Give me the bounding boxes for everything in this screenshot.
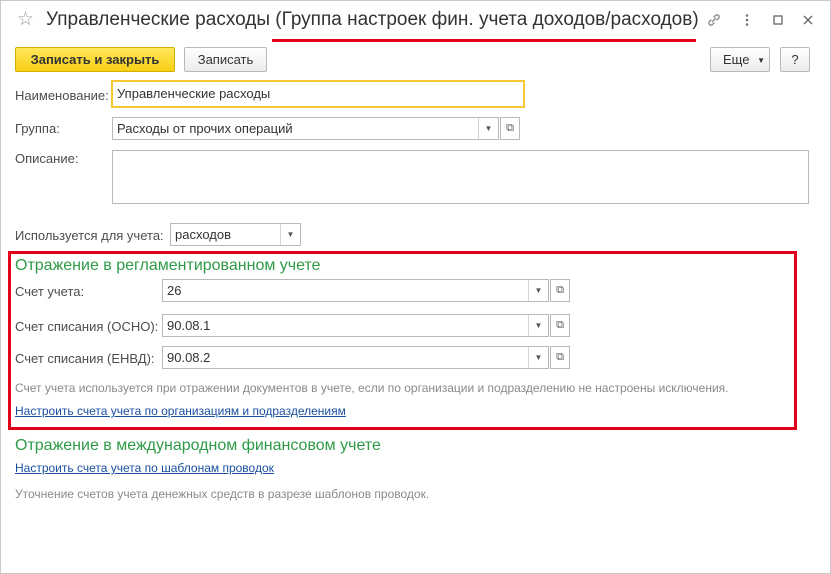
group-label: Группа: xyxy=(15,121,60,136)
writeoff-osno-value: 90.08.1 xyxy=(167,318,211,333)
help-button[interactable]: ? xyxy=(780,47,810,72)
writeoff-envd-open-button[interactable]: ⧉ xyxy=(550,346,570,369)
group-field[interactable]: Расходы от прочих операций ▼ xyxy=(112,117,499,140)
title-highlight-underline xyxy=(272,39,696,42)
open-form-icon: ⧉ xyxy=(556,284,564,296)
regulated-note: Счет учета используется при отражении до… xyxy=(15,381,729,395)
description-field[interactable] xyxy=(112,150,809,204)
used-for-label: Используется для учета: xyxy=(15,228,164,243)
configure-accounts-by-template-link[interactable]: Настроить счета учета по шаблонам провод… xyxy=(15,461,274,475)
chevron-down-icon[interactable]: ▼ xyxy=(280,224,300,245)
international-note: Уточнение счетов учета денежных средств … xyxy=(15,487,430,501)
open-form-icon: ⧉ xyxy=(556,319,564,331)
writeoff-osno-open-button[interactable]: ⧉ xyxy=(550,314,570,337)
used-for-field[interactable]: расходов ▼ xyxy=(170,223,301,246)
used-for-value: расходов xyxy=(175,227,231,242)
writeoff-envd-field[interactable]: 90.08.2 ▼ xyxy=(162,346,549,369)
chevron-down-icon[interactable]: ▼ xyxy=(528,315,548,336)
save-button[interactable]: Записать xyxy=(184,47,267,72)
save-and-close-button[interactable]: Записать и закрыть xyxy=(15,47,175,72)
open-form-icon: ⧉ xyxy=(506,122,514,134)
writeoff-osno-label: Счет списания (ОСНО): xyxy=(15,319,159,334)
more-button-label: Еще xyxy=(723,52,750,67)
form-window: ☆ Управленческие расходы (Группа настрое… xyxy=(0,0,831,574)
writeoff-envd-value: 90.08.2 xyxy=(167,350,211,365)
chevron-down-icon[interactable]: ▼ xyxy=(528,347,548,368)
link-icon[interactable] xyxy=(705,12,723,30)
account-value: 26 xyxy=(167,283,182,298)
description-label: Описание: xyxy=(15,151,79,166)
international-section-title: Отражение в международном финансовом уче… xyxy=(15,437,381,454)
title-bar: ☆ Управленческие расходы (Группа настрое… xyxy=(1,1,830,42)
account-open-button[interactable]: ⧉ xyxy=(550,279,570,302)
writeoff-osno-field[interactable]: 90.08.1 ▼ xyxy=(162,314,549,337)
writeoff-envd-label: Счет списания (ЕНВД): xyxy=(15,351,155,366)
more-vertical-icon[interactable] xyxy=(738,12,756,30)
open-form-icon: ⧉ xyxy=(556,351,564,363)
chevron-down-icon: ▼ xyxy=(757,56,765,65)
chevron-down-icon[interactable]: ▼ xyxy=(528,280,548,301)
configure-accounts-by-org-link[interactable]: Настроить счета учета по организациям и … xyxy=(15,404,346,418)
group-open-button[interactable]: ⧉ xyxy=(500,117,520,140)
chevron-down-icon[interactable]: ▼ xyxy=(478,118,498,139)
name-field[interactable]: Управленческие расходы xyxy=(112,81,524,107)
account-field[interactable]: 26 ▼ xyxy=(162,279,549,302)
close-icon[interactable] xyxy=(799,12,817,30)
regulated-section-title: Отражение в регламентированном учете xyxy=(15,257,321,274)
account-label: Счет учета: xyxy=(15,284,85,299)
window-title: Управленческие расходы (Группа настроек … xyxy=(46,9,699,30)
group-value: Расходы от прочих операций xyxy=(117,121,293,136)
star-icon[interactable]: ☆ xyxy=(17,10,35,29)
name-label: Наименование: xyxy=(15,88,109,103)
maximize-icon[interactable] xyxy=(769,12,787,30)
more-button[interactable]: Еще ▼ xyxy=(710,47,770,72)
